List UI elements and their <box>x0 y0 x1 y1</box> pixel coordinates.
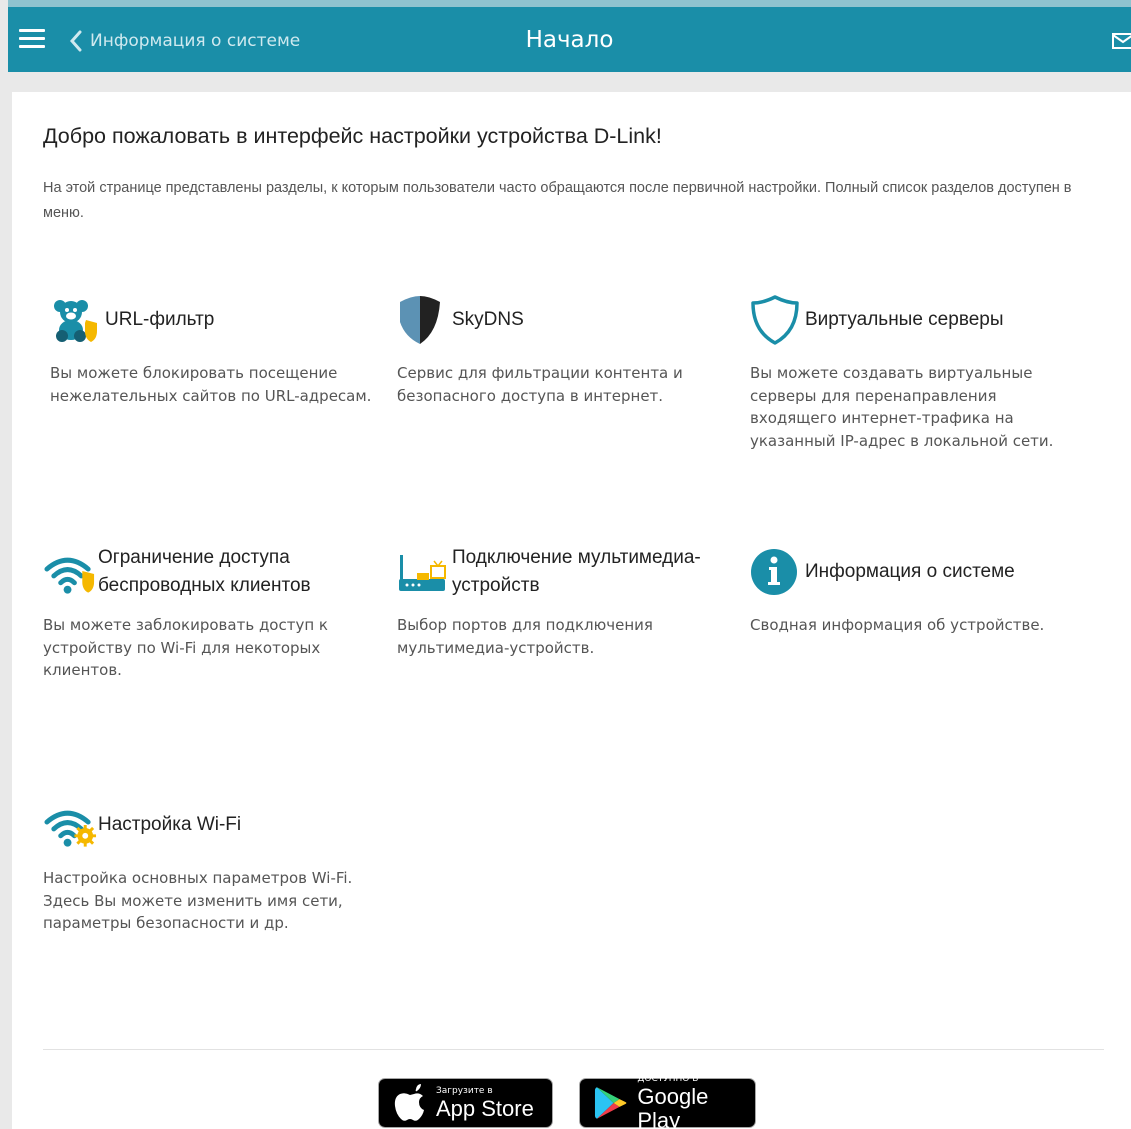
card-description: Выбор портов для подключения мультимедиа… <box>397 616 653 657</box>
card-wifi-settings[interactable]: Настройка Wi-Fi Настройка основных парам… <box>43 795 373 935</box>
card-multimedia[interactable]: Подключение мультимедиа-устройств Выбор … <box>397 542 727 659</box>
app-store-small-label: Загрузите в <box>436 1085 493 1096</box>
google-play-small-label: ДОСТУПНО В <box>637 1073 699 1084</box>
teddy-bear-shield-icon <box>50 295 105 345</box>
left-edge <box>0 72 8 1129</box>
card-title: Информация о системе <box>805 561 1015 582</box>
google-play-badge[interactable]: ДОСТУПНО В Google Play <box>579 1074 756 1129</box>
card-url-filter[interactable]: URL-фильтр Вы можете блокировать посещен… <box>50 290 380 407</box>
info-icon <box>750 547 805 597</box>
card-title: Ограничение доступа беспроводных клиенто… <box>98 547 311 596</box>
google-play-logo-icon <box>594 1087 627 1119</box>
divider <box>43 1049 1104 1050</box>
main-content: Добро пожаловать в интерфейс настройки у… <box>12 92 1131 1129</box>
app-store-badge[interactable]: Загрузите в App Store <box>378 1078 553 1128</box>
wifi-shield-icon <box>43 547 98 597</box>
card-description: Сводная информация об устройстве. <box>750 616 1045 634</box>
card-skydns[interactable]: SkyDNS Сервис для фильтрации контента и … <box>397 290 727 407</box>
skydns-shield-icon <box>397 295 452 345</box>
card-virtual-servers[interactable]: Виртуальные серверы Вы можете создавать … <box>750 290 1080 452</box>
app-store-label: App Store <box>436 1095 534 1121</box>
card-title: URL-фильтр <box>105 309 215 330</box>
card-description: Вы можете блокировать посещение нежелате… <box>50 364 372 405</box>
card-title: Настройка Wi-Fi <box>98 814 242 835</box>
card-title: Подключение мультимедиа-устройств <box>452 547 701 596</box>
google-play-label: Google Play <box>637 1083 709 1129</box>
router-tv-icon <box>397 547 452 597</box>
top-bar: Информация о системе Начало <box>8 0 1131 72</box>
mail-icon[interactable] <box>1111 32 1131 50</box>
card-title: Виртуальные серверы <box>805 309 1004 330</box>
card-description: Сервис для фильтрации контента и безопас… <box>397 364 683 405</box>
shield-outline-icon <box>750 295 805 345</box>
card-description: Вы можете создавать виртуальные серверы … <box>750 364 1054 450</box>
card-description: Вы можете заблокировать доступ к устройс… <box>43 616 328 679</box>
card-description: Настройка основных параметров Wi-Fi. Зде… <box>43 869 353 932</box>
page-title: Начало <box>525 27 614 53</box>
welcome-heading: Добро пожаловать в интерфейс настройки у… <box>43 124 662 148</box>
apple-logo-icon <box>394 1084 424 1121</box>
wifi-gear-icon <box>43 800 98 850</box>
card-title: SkyDNS <box>452 309 524 330</box>
intro-text: На этой странице представлены разделы, к… <box>43 180 1072 221</box>
card-system-info[interactable]: Информация о системе Сводная информация … <box>750 542 1080 637</box>
card-wireless-access[interactable]: Ограничение доступа беспроводных клиенто… <box>43 542 373 682</box>
